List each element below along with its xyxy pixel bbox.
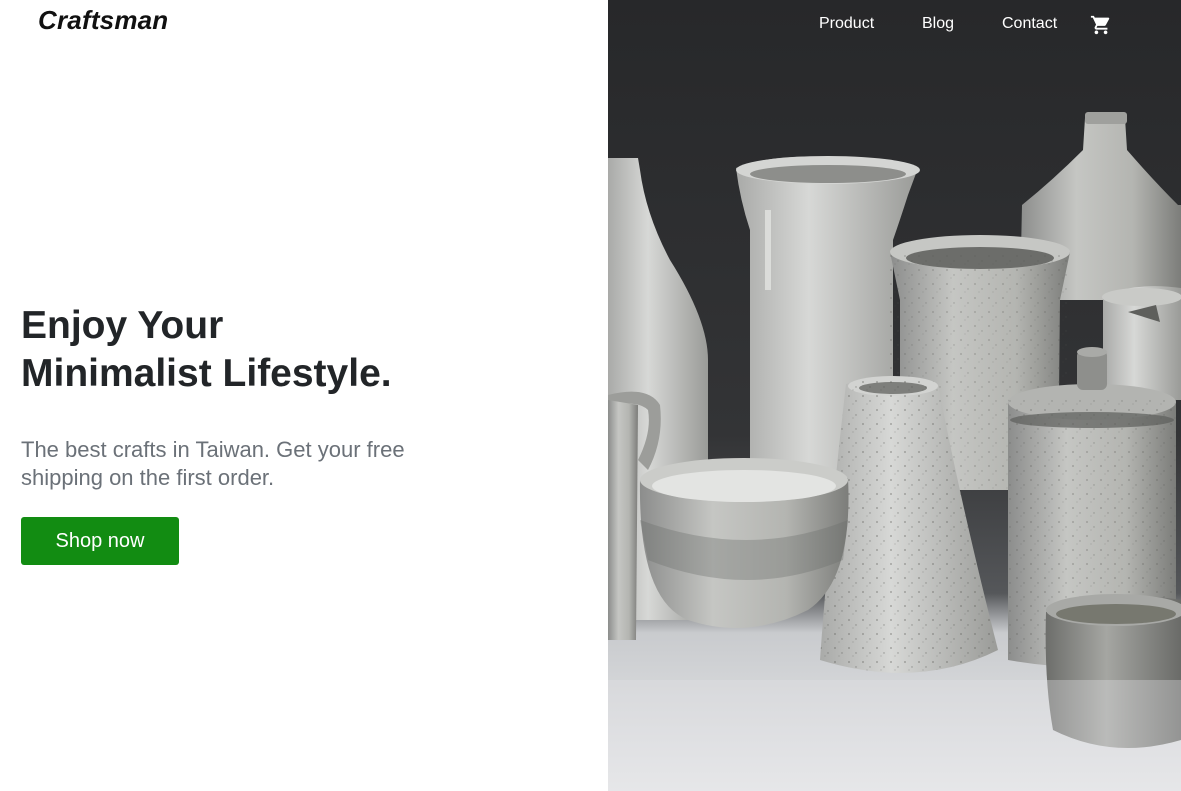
ceramics-photo — [608, 0, 1181, 791]
hero-left-panel: Craftsman Enjoy Your Minimalist Lifestyl… — [0, 0, 608, 791]
shop-now-button[interactable]: Shop now — [21, 517, 179, 565]
hero-subtitle: The best crafts in Taiwan. Get your free… — [21, 437, 405, 490]
nav-link-contact[interactable]: Contact — [1002, 15, 1057, 33]
landing-page: Craftsman Enjoy Your Minimalist Lifestyl… — [0, 0, 1181, 791]
hero-image-ceramics — [608, 0, 1181, 791]
shopping-cart-icon[interactable] — [1090, 14, 1112, 36]
hero-title: Enjoy Your Minimalist Lifestyle. — [21, 302, 521, 398]
nav-link-product[interactable]: Product — [819, 15, 874, 33]
brand-logo[interactable]: Craftsman — [38, 5, 168, 36]
hero-title-line-2: Minimalist Lifestyle. — [21, 352, 392, 395]
hero-title-line-1: Enjoy Your — [21, 304, 224, 347]
nav-link-blog[interactable]: Blog — [922, 15, 954, 33]
top-nav: Product Blog Contact — [608, 0, 1181, 50]
